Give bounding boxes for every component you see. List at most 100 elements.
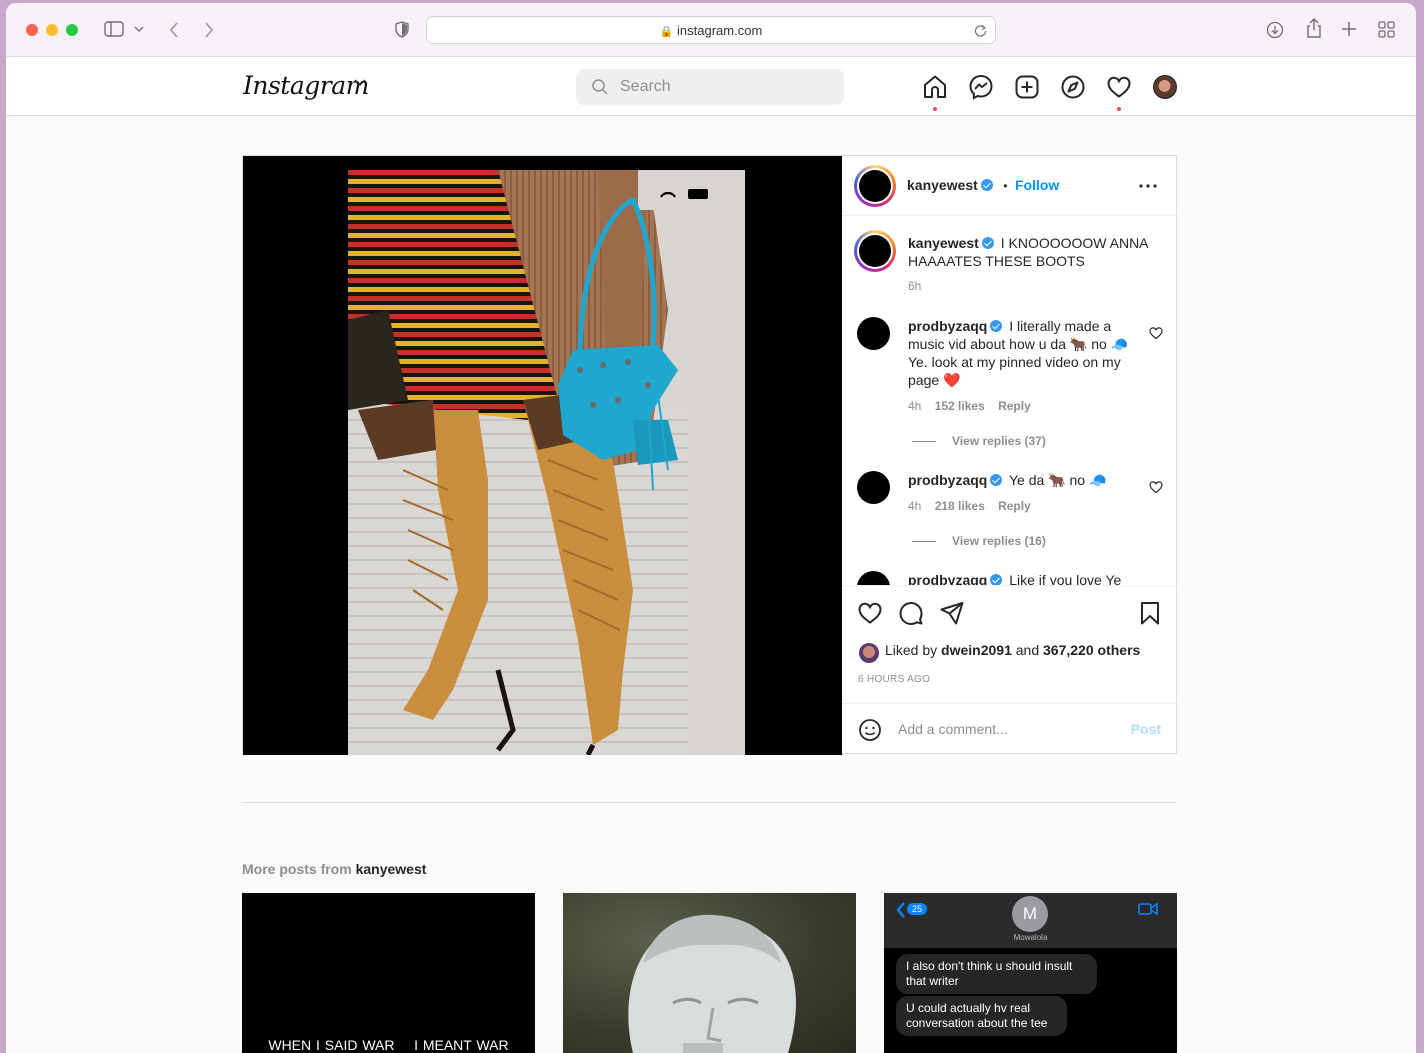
unread-badge: 25 [907,903,928,915]
tab-overview-icon[interactable] [1378,21,1395,38]
caption-time: 6h [908,279,922,293]
messenger-icon[interactable] [968,74,994,100]
search-input[interactable]: Search [576,69,844,105]
boots-and-bag-photo [348,170,745,755]
reply-button[interactable]: Reply [998,399,1031,413]
minimize-window-button[interactable] [46,24,58,36]
message-bubble: U could actually hv real conversation ab… [896,996,1067,1036]
liked-by-others[interactable]: 367,220 others [1043,642,1140,658]
comment-text: Like if you love Ye [1009,572,1122,585]
close-window-button[interactable] [26,24,38,36]
video-call-icon [1138,902,1158,916]
save-bookmark-icon[interactable] [1137,600,1163,626]
comment-username[interactable]: prodbyzaqq [908,572,987,585]
more-post-thumbnail[interactable]: 25 M Mowalola I also don't think u shoul… [884,893,1177,1053]
address-bar[interactable]: 🔒 instagram.com [426,16,996,44]
comment: prodbyzaqq Like if you love Ye [908,571,1148,585]
search-placeholder: Search [620,78,671,95]
liked-by-text: Liked by dwein2091 and 367,220 others [885,642,1140,658]
reload-icon[interactable] [974,24,987,37]
chevron-down-icon[interactable] [134,26,144,33]
share-send-icon[interactable] [939,600,965,626]
more-post-thumbnail[interactable] [563,893,856,1053]
message-bubble: I also don't think u should insult that … [896,954,1097,994]
view-replies-button[interactable]: View replies (37) [912,434,1046,448]
imessage-header: 25 M Mowalola [884,893,1177,948]
post-media[interactable] [243,156,842,755]
comment: prodbyzaqq I literally made a music vid … [908,317,1148,389]
post-timestamp[interactable]: 6 HOURS AGO [858,674,930,685]
comment-username[interactable]: prodbyzaqq [908,318,987,334]
author-avatar[interactable] [854,165,896,207]
emoji-icon[interactable] [858,718,882,742]
thumbnail-caption: WHEN I SAID WAR I MEANT WAR [268,1037,509,1053]
liked-by-and: and [1015,642,1040,658]
comment-time: 4h [908,499,922,513]
comment-like-heart-icon[interactable] [1149,326,1163,340]
sidebar-toggle-icon[interactable] [104,21,124,37]
explore-icon[interactable] [1060,74,1086,100]
comment-likes[interactable]: 152 likes [935,399,985,413]
profile-avatar[interactable] [1153,75,1177,99]
view-replies-label: View replies (37) [952,434,1046,448]
commenter-avatar[interactable] [857,471,890,504]
browser-toolbar: 🔒 instagram.com [6,3,1416,57]
follow-button[interactable]: Follow [1015,177,1059,193]
more-options-icon[interactable] [1139,184,1157,188]
zoom-window-button[interactable] [66,24,78,36]
post-comment-button[interactable]: Post [1131,721,1161,737]
view-replies-label: View replies (16) [952,534,1046,548]
back-icon[interactable] [169,21,179,39]
more-post-thumbnail[interactable]: WHEN I SAID WAR I MEANT WAR [242,893,535,1053]
add-comment-bar: Add a comment... Post [842,703,1177,755]
comment-icon[interactable] [898,600,924,626]
lock-icon: 🔒 [659,26,674,38]
new-post-icon[interactable] [1014,74,1040,100]
comment-username[interactable]: prodbyzaqq [908,472,987,488]
more-posts-prefix: More posts from [242,861,352,877]
verified-badge-icon [990,574,1003,585]
reply-button[interactable]: Reply [998,499,1031,513]
comment-like-heart-icon[interactable] [1149,480,1163,494]
forward-icon[interactable] [204,21,214,39]
post-sidebar: kanyewest • Follow kanyewest I KNOOOOOOW… [842,156,1177,755]
caption-avatar[interactable] [854,230,896,272]
liked-by-user[interactable]: dwein2091 [941,642,1012,658]
comment-text: Ye da 🐂 no 🧢 [1008,472,1107,488]
search-icon [592,79,608,95]
chevron-down-icon[interactable] [354,79,366,87]
back-chevron-icon [896,902,905,918]
comment-input[interactable]: Add a comment... [898,721,1008,737]
comment-likes[interactable]: 218 likes [935,499,985,513]
activity-heart-icon[interactable] [1106,74,1132,100]
downloads-icon[interactable] [1266,21,1284,39]
comments-list[interactable]: kanyewest I KNOOOOOOW ANNA HAAAATES THES… [842,217,1177,585]
comment-meta: 4h 152 likes Reply [908,399,1031,413]
verified-badge-icon [990,474,1003,486]
verified-badge-icon [980,179,993,191]
verified-badge-icon [981,237,994,249]
caption: kanyewest I KNOOOOOOW ANNA HAAAATES THES… [908,234,1148,270]
new-tab-icon[interactable] [1341,21,1357,37]
like-heart-icon[interactable] [857,600,883,626]
url-text: instagram.com [677,23,763,38]
comment-time: 4h [908,399,922,413]
home-icon[interactable] [922,74,948,100]
caption-username[interactable]: kanyewest [908,235,979,251]
commenter-avatar[interactable] [857,571,890,585]
privacy-shield-icon[interactable] [395,21,409,38]
author-username[interactable]: kanyewest [907,177,978,193]
commenter-avatar[interactable] [857,317,890,350]
view-replies-button[interactable]: View replies (16) [912,534,1046,548]
liked-by-prefix: Liked by [885,642,938,658]
statue-bust-image [628,914,796,1053]
share-icon[interactable] [1306,18,1322,38]
instagram-header: Instagram Search [6,57,1416,116]
post-header: kanyewest • Follow [842,156,1177,216]
comment: prodbyzaqq Ye da 🐂 no 🧢 [908,471,1148,489]
section-divider [242,802,1177,803]
post-card: kanyewest • Follow kanyewest I KNOOOOOOW… [242,155,1177,755]
instagram-logo[interactable]: Instagram [243,71,369,100]
more-posts-user[interactable]: kanyewest [356,861,427,877]
liker-avatar[interactable] [859,643,879,663]
